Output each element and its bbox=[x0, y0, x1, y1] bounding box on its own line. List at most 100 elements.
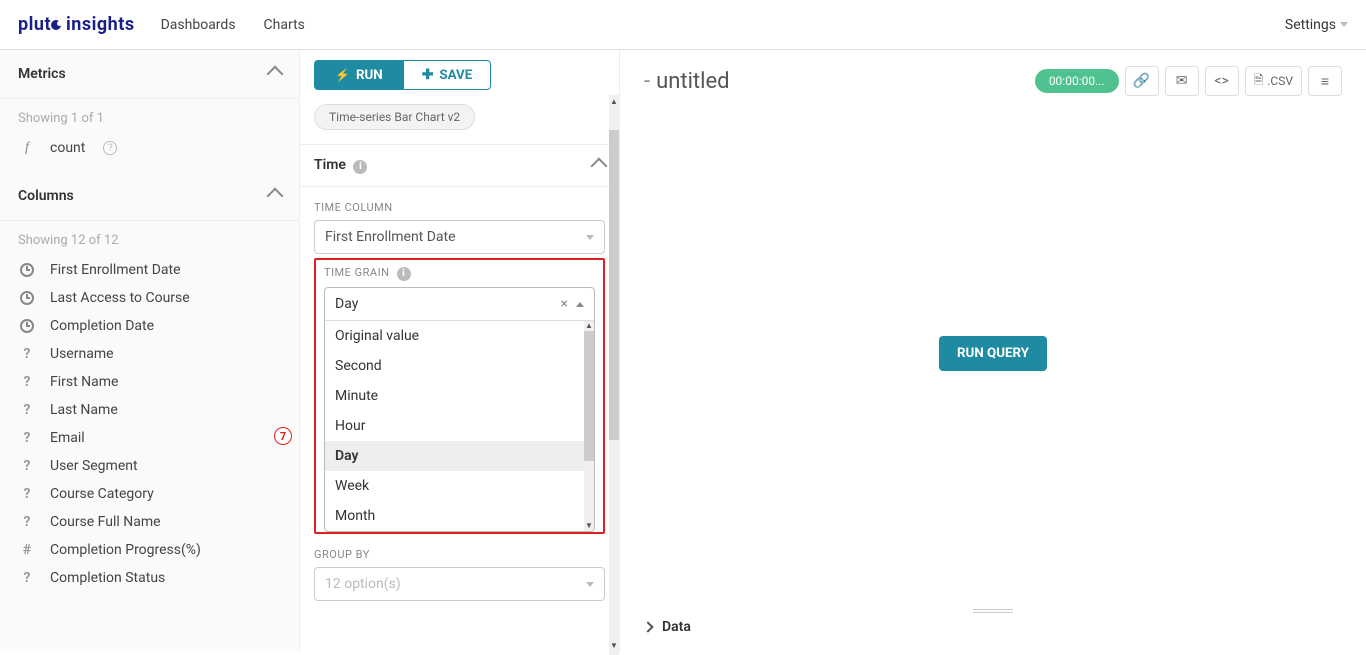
time-grain-option[interactable]: Second bbox=[325, 351, 594, 381]
question-icon: ? bbox=[18, 346, 36, 362]
column-item[interactable]: ? Completion Status bbox=[0, 564, 299, 592]
link-button[interactable]: 🔗 bbox=[1125, 66, 1159, 96]
column-item[interactable]: ?Course Category bbox=[0, 480, 299, 508]
column-item[interactable]: First Enrollment Date bbox=[0, 256, 299, 284]
chevron-down-icon bbox=[1340, 22, 1348, 27]
dropdown-scrollbar[interactable]: ▲ ▼ bbox=[584, 321, 594, 531]
hash-icon: # bbox=[18, 542, 36, 558]
time-column-label: TIME COLUMN bbox=[314, 201, 605, 214]
column-label: First Name bbox=[50, 374, 118, 390]
chevron-up-icon bbox=[267, 188, 284, 205]
time-grain-label: TIME GRAIN i bbox=[324, 266, 595, 281]
column-label: User Segment bbox=[50, 458, 138, 474]
column-item[interactable]: # Completion Progress(%) bbox=[0, 536, 299, 564]
column-item[interactable]: ?Course Full Name bbox=[0, 508, 299, 536]
config-panel: ⚡ RUN ✚ SAVE Time-series Bar Chart v2 Ti… bbox=[300, 50, 620, 651]
columns-title: Columns bbox=[18, 188, 74, 204]
columns-header[interactable]: Columns bbox=[0, 172, 299, 221]
question-icon: ? bbox=[18, 458, 36, 474]
hamburger-icon: ≡ bbox=[1321, 73, 1329, 90]
question-icon: ? bbox=[18, 486, 36, 502]
columns-showing: Showing 12 of 12 bbox=[0, 221, 299, 256]
question-icon: ? bbox=[18, 514, 36, 530]
logo: plut insights bbox=[18, 14, 135, 35]
metrics-showing: Showing 1 of 1 bbox=[0, 99, 299, 134]
time-grain-option[interactable]: Month bbox=[325, 501, 594, 531]
settings-menu[interactable]: Settings bbox=[1285, 17, 1348, 33]
run-button[interactable]: ⚡ RUN bbox=[314, 60, 404, 90]
question-icon: ? bbox=[18, 570, 36, 586]
scroll-thumb[interactable] bbox=[584, 331, 594, 461]
results-panel: -untitled 00:00:00... 🔗 ✉ <> 🗎 .CSV ≡ RU… bbox=[620, 50, 1366, 651]
clear-icon[interactable]: × bbox=[561, 296, 568, 312]
info-icon[interactable]: i bbox=[353, 160, 367, 174]
scroll-up-icon[interactable]: ▲ bbox=[609, 95, 619, 107]
info-icon[interactable]: i bbox=[397, 267, 411, 281]
logo-o-icon bbox=[51, 20, 61, 30]
metric-label: count bbox=[50, 140, 85, 156]
time-grain-option[interactable]: Week bbox=[325, 471, 594, 501]
metric-item[interactable]: f count ? bbox=[0, 134, 299, 162]
bolt-icon: ⚡ bbox=[335, 68, 350, 82]
query-timer: 00:00:00... bbox=[1035, 69, 1119, 93]
column-label: Completion Progress(%) bbox=[50, 542, 201, 558]
metrics-title: Metrics bbox=[18, 66, 66, 82]
email-button[interactable]: ✉ bbox=[1165, 66, 1199, 96]
scroll-down-icon[interactable]: ▼ bbox=[609, 639, 619, 651]
function-icon: f bbox=[18, 140, 36, 156]
highlighted-region: TIME GRAIN i Day × Original valueSecondM… bbox=[314, 258, 605, 534]
link-icon: 🔗 bbox=[1133, 73, 1150, 89]
time-grain-option[interactable]: Minute bbox=[325, 381, 594, 411]
column-item[interactable]: ? Username bbox=[0, 340, 299, 368]
column-item[interactable]: ? First Name bbox=[0, 368, 299, 396]
chevron-up-icon bbox=[591, 157, 608, 174]
chart-title[interactable]: -untitled bbox=[644, 69, 730, 94]
time-grain-select[interactable]: Day × Original valueSecondMinuteHourDayW… bbox=[324, 287, 595, 532]
column-item[interactable]: Last Access to Course bbox=[0, 284, 299, 312]
column-label: Username bbox=[50, 346, 114, 362]
time-grain-option[interactable]: Day bbox=[325, 441, 594, 471]
csv-button[interactable]: 🗎 .CSV bbox=[1245, 66, 1302, 96]
resize-handle[interactable] bbox=[973, 609, 1013, 613]
annotation-marker: 7 bbox=[274, 427, 292, 445]
scroll-up-icon[interactable]: ▲ bbox=[584, 321, 594, 331]
chevron-down-icon bbox=[586, 582, 594, 587]
scroll-thumb[interactable] bbox=[609, 130, 619, 440]
time-grain-option[interactable]: Hour bbox=[325, 411, 594, 441]
chevron-right-icon bbox=[642, 621, 653, 632]
group-by-select[interactable]: 12 option(s) bbox=[314, 567, 605, 601]
top-nav: plut insights Dashboards Charts Settings bbox=[0, 0, 1366, 50]
file-icon: 🗎 bbox=[1254, 71, 1264, 92]
nav-dashboards[interactable]: Dashboards bbox=[161, 17, 236, 33]
run-query-button[interactable]: RUN QUERY bbox=[939, 336, 1047, 371]
column-label: Email bbox=[50, 430, 85, 446]
column-label: Last Name bbox=[50, 402, 118, 418]
time-grain-dropdown: Original valueSecondMinuteHourDayWeekMon… bbox=[325, 321, 594, 531]
time-section-header[interactable]: Time i bbox=[300, 144, 619, 187]
data-section-toggle[interactable]: Data bbox=[644, 619, 1342, 635]
embed-button[interactable]: <> bbox=[1205, 66, 1239, 96]
time-column-select[interactable]: First Enrollment Date bbox=[314, 220, 605, 254]
chevron-down-icon bbox=[586, 235, 594, 240]
chart-type-chip[interactable]: Time-series Bar Chart v2 bbox=[314, 104, 475, 130]
scroll-down-icon[interactable]: ▼ bbox=[584, 521, 594, 531]
column-label: Completion Status bbox=[50, 570, 165, 586]
question-icon: ? bbox=[18, 374, 36, 390]
time-grain-option[interactable]: Original value bbox=[325, 321, 594, 351]
clock-icon bbox=[20, 319, 34, 333]
metrics-header[interactable]: Metrics bbox=[0, 50, 299, 99]
column-item[interactable]: Completion Date bbox=[0, 312, 299, 340]
column-label: Last Access to Course bbox=[50, 290, 190, 306]
code-icon: <> bbox=[1214, 73, 1228, 89]
column-item[interactable]: ?Email bbox=[0, 424, 299, 452]
column-item[interactable]: ?Last Name bbox=[0, 396, 299, 424]
logo-text2: insights bbox=[61, 14, 135, 35]
menu-button[interactable]: ≡ bbox=[1308, 66, 1342, 96]
column-item[interactable]: ? User Segment bbox=[0, 452, 299, 480]
nav-charts[interactable]: Charts bbox=[264, 17, 305, 33]
data-label: Data bbox=[662, 619, 691, 635]
column-label: Completion Date bbox=[50, 318, 154, 334]
save-button[interactable]: ✚ SAVE bbox=[404, 60, 492, 90]
help-icon[interactable]: ? bbox=[103, 141, 117, 155]
clock-icon bbox=[20, 291, 34, 305]
